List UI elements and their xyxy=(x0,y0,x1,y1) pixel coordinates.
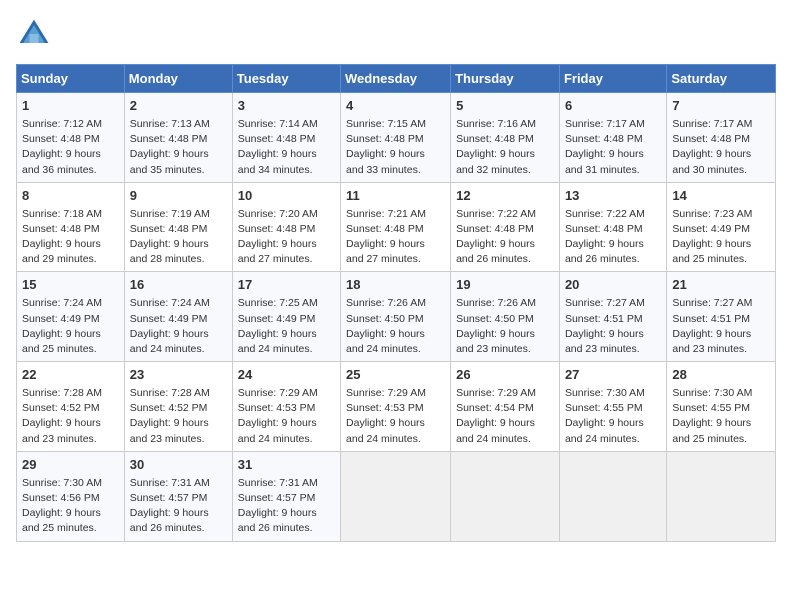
calendar-cell: 20Sunrise: 7:27 AMSunset: 4:51 PMDayligh… xyxy=(559,272,666,362)
calendar-header-row: SundayMondayTuesdayWednesdayThursdayFrid… xyxy=(17,65,776,93)
logo xyxy=(16,16,56,52)
day-number: 3 xyxy=(238,97,335,116)
calendar-cell: 4Sunrise: 7:15 AMSunset: 4:48 PMDaylight… xyxy=(341,93,451,183)
calendar-cell: 1Sunrise: 7:12 AMSunset: 4:48 PMDaylight… xyxy=(17,93,125,183)
day-number: 18 xyxy=(346,276,445,295)
calendar-cell: 24Sunrise: 7:29 AMSunset: 4:53 PMDayligh… xyxy=(232,362,340,452)
week-row-4: 22Sunrise: 7:28 AMSunset: 4:52 PMDayligh… xyxy=(17,362,776,452)
week-row-1: 1Sunrise: 7:12 AMSunset: 4:48 PMDaylight… xyxy=(17,93,776,183)
calendar-cell: 2Sunrise: 7:13 AMSunset: 4:48 PMDaylight… xyxy=(124,93,232,183)
day-number: 9 xyxy=(130,187,227,206)
calendar-cell: 8Sunrise: 7:18 AMSunset: 4:48 PMDaylight… xyxy=(17,182,125,272)
calendar-cell: 28Sunrise: 7:30 AMSunset: 4:55 PMDayligh… xyxy=(667,362,776,452)
day-number: 12 xyxy=(456,187,554,206)
day-number: 6 xyxy=(565,97,661,116)
day-number: 8 xyxy=(22,187,119,206)
calendar-cell: 22Sunrise: 7:28 AMSunset: 4:52 PMDayligh… xyxy=(17,362,125,452)
calendar-cell: 16Sunrise: 7:24 AMSunset: 4:49 PMDayligh… xyxy=(124,272,232,362)
column-header-wednesday: Wednesday xyxy=(341,65,451,93)
day-number: 11 xyxy=(346,187,445,206)
calendar-cell xyxy=(667,451,776,541)
column-header-friday: Friday xyxy=(559,65,666,93)
day-number: 24 xyxy=(238,366,335,385)
calendar-cell: 15Sunrise: 7:24 AMSunset: 4:49 PMDayligh… xyxy=(17,272,125,362)
calendar-cell: 11Sunrise: 7:21 AMSunset: 4:48 PMDayligh… xyxy=(341,182,451,272)
calendar-cell: 27Sunrise: 7:30 AMSunset: 4:55 PMDayligh… xyxy=(559,362,666,452)
day-number: 21 xyxy=(672,276,770,295)
calendar-cell: 29Sunrise: 7:30 AMSunset: 4:56 PMDayligh… xyxy=(17,451,125,541)
column-header-saturday: Saturday xyxy=(667,65,776,93)
day-number: 13 xyxy=(565,187,661,206)
calendar-cell: 25Sunrise: 7:29 AMSunset: 4:53 PMDayligh… xyxy=(341,362,451,452)
day-number: 17 xyxy=(238,276,335,295)
calendar-cell: 13Sunrise: 7:22 AMSunset: 4:48 PMDayligh… xyxy=(559,182,666,272)
column-header-tuesday: Tuesday xyxy=(232,65,340,93)
calendar-cell: 18Sunrise: 7:26 AMSunset: 4:50 PMDayligh… xyxy=(341,272,451,362)
calendar-table: SundayMondayTuesdayWednesdayThursdayFrid… xyxy=(16,64,776,542)
day-number: 31 xyxy=(238,456,335,475)
day-number: 16 xyxy=(130,276,227,295)
day-number: 22 xyxy=(22,366,119,385)
calendar-cell: 10Sunrise: 7:20 AMSunset: 4:48 PMDayligh… xyxy=(232,182,340,272)
day-number: 2 xyxy=(130,97,227,116)
calendar-cell: 21Sunrise: 7:27 AMSunset: 4:51 PMDayligh… xyxy=(667,272,776,362)
day-number: 5 xyxy=(456,97,554,116)
calendar-cell: 6Sunrise: 7:17 AMSunset: 4:48 PMDaylight… xyxy=(559,93,666,183)
day-number: 25 xyxy=(346,366,445,385)
day-number: 14 xyxy=(672,187,770,206)
calendar-cell: 23Sunrise: 7:28 AMSunset: 4:52 PMDayligh… xyxy=(124,362,232,452)
day-number: 10 xyxy=(238,187,335,206)
column-header-thursday: Thursday xyxy=(451,65,560,93)
day-number: 1 xyxy=(22,97,119,116)
calendar-cell: 17Sunrise: 7:25 AMSunset: 4:49 PMDayligh… xyxy=(232,272,340,362)
day-number: 23 xyxy=(130,366,227,385)
day-number: 19 xyxy=(456,276,554,295)
calendar-cell xyxy=(341,451,451,541)
calendar-cell: 5Sunrise: 7:16 AMSunset: 4:48 PMDaylight… xyxy=(451,93,560,183)
page-header xyxy=(16,16,776,52)
day-number: 7 xyxy=(672,97,770,116)
day-number: 20 xyxy=(565,276,661,295)
calendar-cell: 19Sunrise: 7:26 AMSunset: 4:50 PMDayligh… xyxy=(451,272,560,362)
calendar-body: 1Sunrise: 7:12 AMSunset: 4:48 PMDaylight… xyxy=(17,93,776,542)
day-number: 30 xyxy=(130,456,227,475)
calendar-cell: 26Sunrise: 7:29 AMSunset: 4:54 PMDayligh… xyxy=(451,362,560,452)
week-row-2: 8Sunrise: 7:18 AMSunset: 4:48 PMDaylight… xyxy=(17,182,776,272)
calendar-cell: 30Sunrise: 7:31 AMSunset: 4:57 PMDayligh… xyxy=(124,451,232,541)
day-number: 29 xyxy=(22,456,119,475)
calendar-cell xyxy=(451,451,560,541)
day-number: 4 xyxy=(346,97,445,116)
day-number: 15 xyxy=(22,276,119,295)
column-header-monday: Monday xyxy=(124,65,232,93)
calendar-cell: 3Sunrise: 7:14 AMSunset: 4:48 PMDaylight… xyxy=(232,93,340,183)
logo-icon xyxy=(16,16,52,52)
calendar-cell xyxy=(559,451,666,541)
day-number: 27 xyxy=(565,366,661,385)
column-header-sunday: Sunday xyxy=(17,65,125,93)
calendar-cell: 31Sunrise: 7:31 AMSunset: 4:57 PMDayligh… xyxy=(232,451,340,541)
week-row-5: 29Sunrise: 7:30 AMSunset: 4:56 PMDayligh… xyxy=(17,451,776,541)
calendar-cell: 14Sunrise: 7:23 AMSunset: 4:49 PMDayligh… xyxy=(667,182,776,272)
day-number: 28 xyxy=(672,366,770,385)
day-number: 26 xyxy=(456,366,554,385)
calendar-cell: 12Sunrise: 7:22 AMSunset: 4:48 PMDayligh… xyxy=(451,182,560,272)
calendar-cell: 9Sunrise: 7:19 AMSunset: 4:48 PMDaylight… xyxy=(124,182,232,272)
week-row-3: 15Sunrise: 7:24 AMSunset: 4:49 PMDayligh… xyxy=(17,272,776,362)
calendar-cell: 7Sunrise: 7:17 AMSunset: 4:48 PMDaylight… xyxy=(667,93,776,183)
